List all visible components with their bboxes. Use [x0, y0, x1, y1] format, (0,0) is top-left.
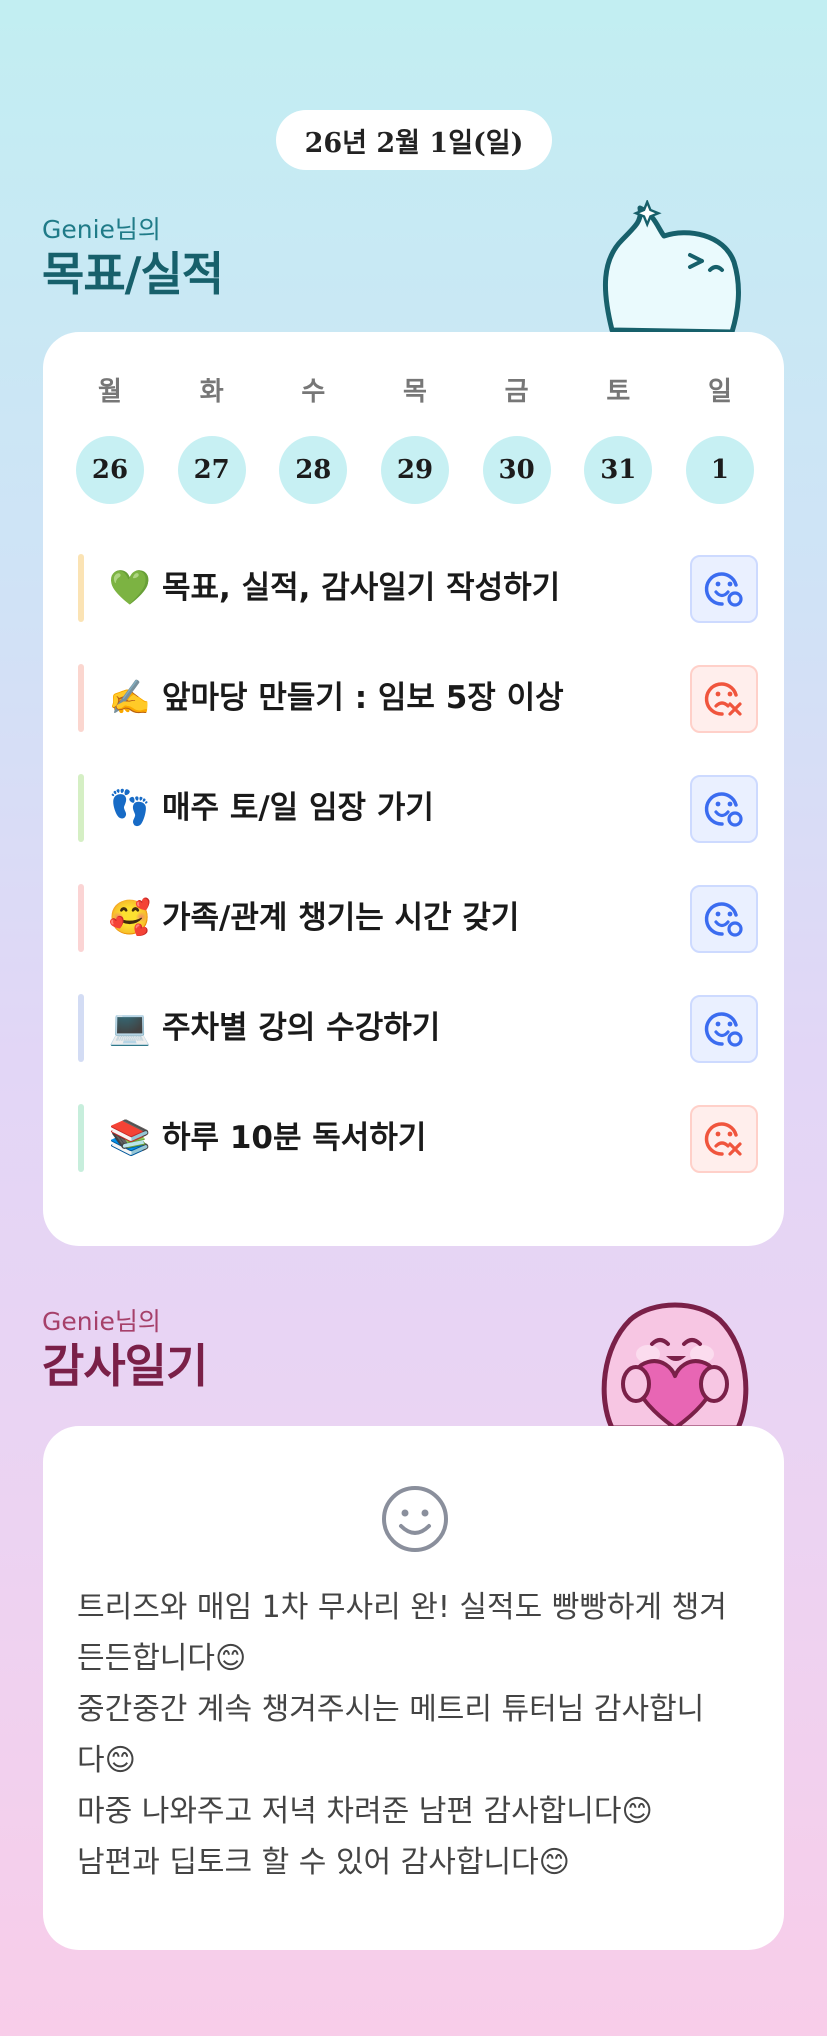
mascot-heart-icon	[601, 1302, 749, 1428]
weekday-label: 목	[403, 377, 427, 407]
goals-card: 월 26 화 27 수 28 목 29 금 30 토 31 일 1 💚 목표, 실적, 감사일…	[43, 332, 784, 1246]
journal-line: 다😊	[77, 1743, 136, 1778]
journal-line: 트리즈와 매임 1차 무사리 완! 실적도 빵빵하게 챙겨	[77, 1590, 727, 1625]
goal-item: 💻 주차별 강의 수강하기	[78, 994, 758, 1064]
gratitude-title: 감사일기	[42, 1339, 208, 1393]
goal-color-bar	[78, 774, 84, 842]
goal-emoji: 💚	[108, 568, 152, 608]
date-chip[interactable]: 31	[584, 436, 653, 504]
date-chip[interactable]: 1	[685, 436, 754, 504]
goal-color-bar	[78, 994, 84, 1062]
goal-item: 🥰 가족/관계 챙기는 시간 갖기	[78, 884, 758, 954]
goal-emoji: ✍️	[108, 678, 152, 718]
gratitude-journal-text: 트리즈와 매임 1차 무사리 완! 실적도 빵빵하게 챙겨 든든합니다😊 중간중…	[77, 1582, 757, 1888]
mascot-cheer-icon	[602, 200, 741, 335]
goal-color-bar	[78, 1104, 84, 1172]
goal-text: 매주 토/일 임장 가기	[162, 790, 434, 826]
goal-item: 👣 매주 토/일 임장 가기	[78, 774, 758, 844]
goal-emoji: 📚	[108, 1118, 152, 1158]
goal-text: 가족/관계 챙기는 시간 갖기	[162, 900, 520, 936]
weekday-label: 토	[606, 377, 631, 407]
goal-text: 앞마당 만들기 : 임보 5장 이상	[162, 680, 564, 716]
date-chip[interactable]: 26	[76, 436, 144, 504]
sad-x-icon	[704, 682, 742, 716]
goal-text: 하루 10분 독서하기	[162, 1120, 427, 1156]
goal-color-bar	[78, 554, 84, 622]
goal-item: 📚 하루 10분 독서하기	[78, 1104, 758, 1174]
date-chip[interactable]: 30	[482, 436, 551, 504]
goal-emoji: 💻	[108, 1008, 152, 1048]
goal-status-button[interactable]	[690, 995, 758, 1063]
goal-color-bar	[78, 884, 84, 952]
smile-check-icon	[704, 902, 743, 937]
gratitude-card: 트리즈와 매임 1차 무사리 완! 실적도 빵빵하게 챙겨 든든합니다😊 중간중…	[43, 1426, 784, 1950]
date-chip[interactable]: 29	[380, 436, 449, 504]
date-chip[interactable]: 27	[177, 436, 246, 504]
weekday-label: 금	[504, 377, 529, 407]
journal-line: 남편과 딥토크 할 수 있어 감사합니다😊	[77, 1845, 570, 1880]
weekday-label: 화	[199, 377, 224, 407]
goal-emoji: 🥰	[108, 898, 152, 938]
goal-status-button[interactable]	[690, 775, 758, 843]
journal-line: 중간중간 계속 챙겨주시는 메트리 튜터님 감사합니	[77, 1692, 705, 1727]
date-chip[interactable]: 28	[279, 436, 348, 504]
smile-check-icon	[704, 1012, 743, 1047]
goal-text: 목표, 실적, 감사일기 작성하기	[162, 570, 561, 606]
sad-x-icon	[704, 1122, 742, 1156]
journal-line: 마중 나와주고 저녁 차려준 남편 감사합니다😊	[77, 1794, 653, 1829]
smiley-face-icon	[382, 1486, 448, 1552]
weekday-label: 일	[707, 377, 732, 407]
goal-text: 주차별 강의 수강하기	[162, 1010, 441, 1046]
journal-line: 든든합니다😊	[77, 1641, 247, 1676]
week-row: 월 26 화 27 수 28 목 29 금 30 토 31 일 1	[75, 372, 755, 504]
goal-status-button[interactable]	[690, 555, 758, 623]
weekday-label: 월	[98, 377, 122, 407]
smile-check-icon	[704, 572, 743, 607]
goal-color-bar	[78, 664, 84, 732]
goal-status-button[interactable]	[690, 885, 758, 953]
goal-emoji: 👣	[108, 788, 152, 828]
goal-status-button[interactable]	[690, 1105, 758, 1173]
goals-title: 목표/실적	[42, 247, 224, 301]
goal-item: ✍️ 앞마당 만들기 : 임보 5장 이상	[78, 664, 758, 734]
date-pill: 26년 2월 1일(일)	[276, 110, 552, 170]
goal-status-button[interactable]	[690, 665, 758, 733]
smile-check-icon	[704, 792, 743, 827]
goal-item: 💚 목표, 실적, 감사일기 작성하기	[78, 554, 758, 624]
weekday-label: 수	[301, 377, 326, 407]
